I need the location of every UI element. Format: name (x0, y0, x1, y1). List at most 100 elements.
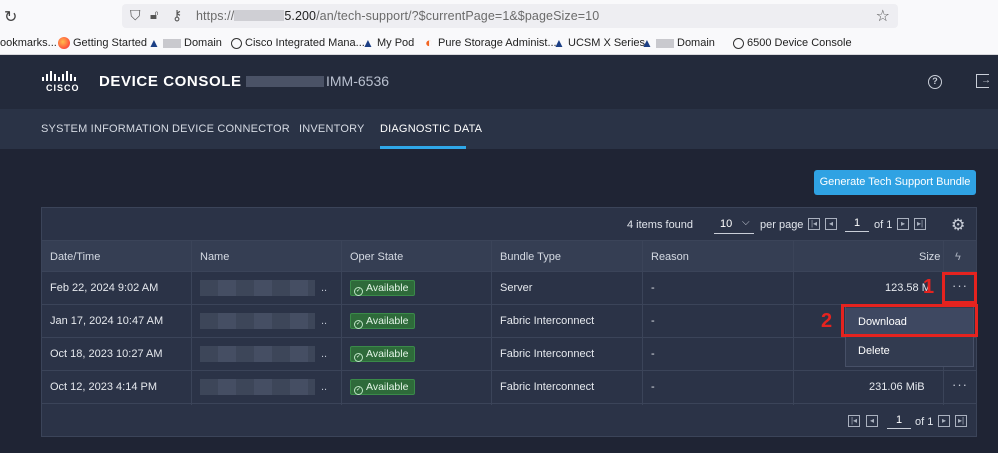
bookmark-star-icon[interactable]: ☆ (876, 6, 890, 26)
url-text[interactable]: https://5.200/an/tech-support/?$currentP… (196, 9, 599, 23)
column-date-time[interactable]: Date/Time (50, 251, 100, 263)
tab-inventory[interactable]: INVENTORY (299, 123, 365, 135)
table-row[interactable]: Jan 17, 2024 10:47 AM .. ✓ Available Fabr… (42, 305, 976, 338)
annotation-highlight-more (942, 272, 977, 304)
cisco-logo: CISCO (42, 71, 86, 93)
prev-page-icon[interactable]: ◂ (825, 218, 837, 230)
row-reason: - (651, 315, 655, 327)
page-count-label: of 1 (915, 416, 934, 428)
address-bar[interactable]: ⛉ 🔓︎ ⚷ https://5.200/an/tech-support/?$c… (122, 4, 898, 28)
redacted-name (200, 313, 315, 329)
page-count-label: of 1 (874, 219, 893, 231)
column-bundle-type[interactable]: Bundle Type (500, 251, 561, 263)
lock-icon[interactable]: 🔓︎ (150, 7, 158, 23)
row-bundle-type: Fabric Interconnect (500, 381, 595, 393)
bookmark-ucsm-x[interactable]: ▲ UCSM X Series (553, 37, 645, 49)
last-page-icon[interactable]: ▸| (955, 415, 967, 427)
row-date: Jan 17, 2024 10:47 AM (50, 315, 164, 327)
bookmark-domain-2[interactable]: ▲ Domain (641, 37, 715, 49)
app-header: CISCO DEVICE CONSOLE IMM-6536 ? → (0, 55, 998, 109)
bookmarks-bar: ookmarks... Getting Started ▲ Domain Cisc… (0, 32, 998, 55)
help-icon[interactable]: ? (928, 75, 942, 89)
name-ellipsis: .. (321, 381, 328, 393)
redacted-name (200, 280, 315, 296)
row-reason: - (651, 381, 655, 393)
tab-device-connector[interactable]: DEVICE CONNECTOR (172, 123, 290, 135)
table-row[interactable]: Oct 18, 2023 10:27 AM .. ✓ Available Fabr… (42, 338, 976, 371)
next-page-icon[interactable]: ▸ (938, 415, 950, 427)
page-number-input[interactable]: 1 (887, 411, 911, 429)
table-header: Date/Time Name Oper State Bundle Type Re… (42, 240, 976, 272)
row-reason: - (651, 348, 655, 360)
status-badge: ✓ Available (350, 346, 416, 362)
triangle-icon: ▲ (641, 36, 653, 50)
column-reason[interactable]: Reason (651, 251, 689, 263)
page-size-select[interactable]: 10 ⌵ (714, 214, 754, 234)
gear-icon[interactable]: ⚙ (951, 215, 965, 235)
check-icon: ✓ (354, 287, 363, 296)
column-size[interactable]: Size (919, 251, 940, 263)
row-date: Oct 18, 2023 10:27 AM (50, 348, 163, 360)
annotation-number-2: 2 (821, 310, 833, 332)
check-icon: ✓ (354, 386, 363, 395)
status-badge: ✓ Available (350, 280, 416, 296)
prev-page-icon[interactable]: ◂ (866, 415, 878, 427)
first-page-icon[interactable]: |◂ (848, 415, 860, 427)
status-badge: ✓ Available (350, 313, 416, 329)
status-badge: ✓ Available (350, 379, 416, 395)
annotation-number-1: 1 (923, 276, 935, 298)
triangle-icon: ▲ (362, 36, 374, 50)
app-title: DEVICE CONSOLE (99, 73, 242, 90)
bookmark-cisco-integrated[interactable]: Cisco Integrated Mana... (231, 37, 365, 49)
row-bundle-type: Fabric Interconnect (500, 315, 595, 327)
column-name[interactable]: Name (200, 251, 229, 263)
row-reason: - (651, 282, 655, 294)
row-date: Feb 22, 2024 9:02 AM (50, 282, 159, 294)
redacted-name (200, 379, 315, 395)
items-found-count: 4 items found (627, 219, 694, 231)
pure-storage-icon: ◐ (425, 35, 433, 50)
row-bundle-type: Fabric Interconnect (500, 348, 595, 360)
firefox-icon (58, 37, 70, 49)
tab-bar: SYSTEM INFORMATION DEVICE CONNECTOR INVE… (0, 109, 998, 149)
annotation-highlight-download (841, 304, 978, 337)
bookmark-6500-console[interactable]: 6500 Device Console (733, 37, 852, 49)
chevron-down-icon: ⌵ (742, 217, 750, 228)
next-page-icon[interactable]: ▸ (897, 218, 909, 230)
globe-icon (733, 37, 744, 49)
name-ellipsis: .. (321, 282, 328, 294)
shield-icon[interactable]: ⛉ (130, 7, 141, 24)
column-oper-state[interactable]: Oper State (350, 251, 403, 263)
per-page-label: per page (760, 219, 804, 231)
logout-icon[interactable]: → (976, 74, 991, 88)
bookmark-domain[interactable]: ▲ Domain (148, 37, 222, 49)
bookmark-getting-started[interactable]: Getting Started (58, 37, 147, 49)
row-date: Oct 12, 2023 4:14 PM (50, 381, 158, 393)
name-ellipsis: .. (321, 315, 328, 327)
bookmark-item[interactable]: ookmarks... (0, 37, 57, 49)
bookmark-my-pod[interactable]: ▲ My Pod (362, 37, 414, 49)
first-page-icon[interactable]: |◂ (808, 218, 820, 230)
check-icon: ✓ (354, 320, 363, 329)
generate-tech-support-button[interactable]: Generate Tech Support Bundle (814, 170, 976, 195)
bookmark-pure-storage[interactable]: ◐ Pure Storage Administ... (423, 35, 557, 50)
triangle-icon: ▲ (553, 36, 565, 50)
delete-menu-item[interactable]: Delete (846, 337, 973, 365)
tab-system-information[interactable]: SYSTEM INFORMATION (41, 123, 169, 135)
row-size: 231.06 MiB (869, 381, 925, 393)
table-row[interactable]: Oct 12, 2023 4:14 PM .. ✓ Available Fabri… (42, 371, 976, 404)
redacted-name (200, 346, 315, 362)
row-bundle-type: Server (500, 282, 533, 294)
device-hostname: IMM-6536 (246, 73, 389, 89)
table-row[interactable]: Feb 22, 2024 9:02 AM .. ✓ Available Serve… (42, 272, 976, 305)
key-icon[interactable]: ⚷ (172, 7, 182, 24)
tab-diagnostic-data[interactable]: DIAGNOSTIC DATA (380, 123, 482, 135)
more-actions-icon[interactable]: ··· (952, 377, 968, 392)
triangle-icon: ▲ (148, 36, 160, 50)
last-page-icon[interactable]: ▸| (914, 218, 926, 230)
reload-icon[interactable]: ↻ (4, 7, 17, 27)
globe-icon (231, 37, 242, 49)
check-icon: ✓ (354, 353, 363, 362)
page-number-input[interactable]: 1 (845, 214, 869, 232)
lightning-icon: ϟ (955, 251, 961, 263)
